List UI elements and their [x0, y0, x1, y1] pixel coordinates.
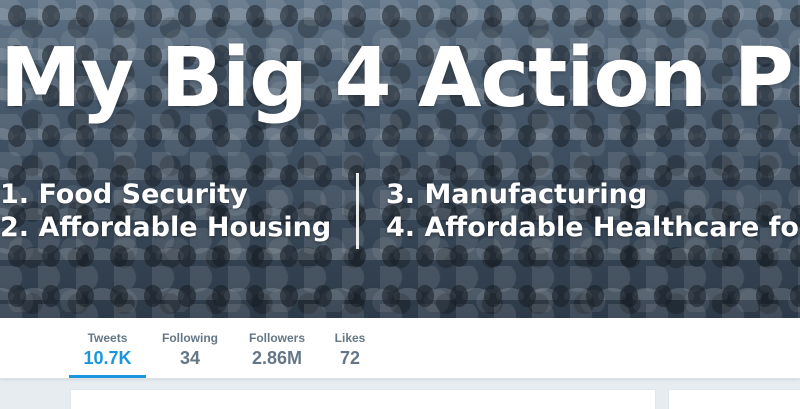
tab-following[interactable]: Following 34 — [158, 318, 222, 378]
banner-plan-item-2: 2. Affordable Housing — [0, 212, 332, 243]
banner-plan-item-4: 4. Affordable Healthcare for All — [386, 212, 800, 243]
header-banner-image[interactable]: My Big 4 Action Plan 1. Food Security 2.… — [0, 0, 800, 318]
tweets-count: 10.7K — [83, 348, 132, 368]
banner-title: My Big 4 Action Plan — [0, 31, 800, 126]
banner-divider — [356, 173, 359, 249]
tab-tweets[interactable]: Tweets 10.7K — [69, 318, 146, 378]
followers-count: 2.86M — [251, 348, 303, 368]
banner-plan-item-3: 3. Manufacturing — [386, 179, 648, 210]
profile-nav: Tweets 10.7K Following 34 Followers 2.86… — [0, 318, 800, 379]
followers-label: Followers — [248, 331, 305, 345]
likes-label: Likes — [334, 331, 366, 345]
banner-plan-item-1: 1. Food Security — [0, 179, 248, 210]
likes-count: 72 — [339, 348, 361, 368]
tab-followers[interactable]: Followers 2.86M — [244, 318, 310, 378]
following-label: Following — [162, 331, 218, 345]
tweets-label: Tweets — [87, 331, 128, 345]
tab-likes[interactable]: Likes 72 — [328, 318, 372, 378]
sidebar-card — [668, 389, 800, 409]
timeline-card — [70, 389, 656, 409]
following-count: 34 — [179, 348, 201, 368]
